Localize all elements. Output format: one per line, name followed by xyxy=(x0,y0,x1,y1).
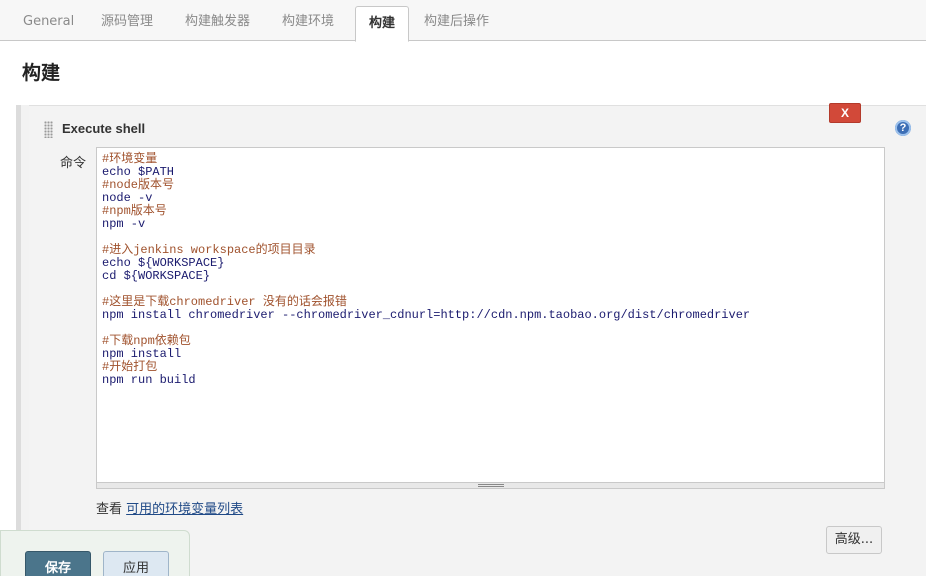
config-tab-bar: General 源码管理 构建触发器 构建环境 构建 构建后操作 xyxy=(0,0,926,42)
code-line: #开始打包 xyxy=(102,360,158,374)
env-vars-hint: 查看 可用的环境变量列表 xyxy=(96,498,243,517)
textarea-resize-handle[interactable] xyxy=(96,483,885,489)
build-step-title: Execute shell xyxy=(62,121,146,136)
code-line: #npm版本号 xyxy=(102,204,167,218)
command-textarea[interactable]: #环境变量 echo $PATH #node版本号 node -v #npm版本… xyxy=(96,147,885,483)
code-line: npm -v xyxy=(102,217,146,231)
code-line: npm install chromedriver --chromedriver_… xyxy=(102,308,751,322)
tab-build-triggers[interactable]: 构建触发器 xyxy=(172,5,263,41)
tab-source-control[interactable]: 源码管理 xyxy=(88,5,166,41)
code-line: node -v xyxy=(102,191,153,205)
env-vars-prefix: 查看 xyxy=(96,502,123,517)
page-title: 构建 xyxy=(22,62,61,84)
apply-button[interactable]: 应用 xyxy=(103,551,169,576)
help-icon[interactable]: ? xyxy=(895,120,911,136)
command-label: 命令 xyxy=(60,156,87,171)
delete-step-button[interactable]: X xyxy=(829,103,861,123)
env-vars-link[interactable]: 可用的环境变量列表 xyxy=(126,502,243,517)
tab-build-environment[interactable]: 构建环境 xyxy=(269,5,347,41)
code-line: #环境变量 xyxy=(102,152,158,166)
resize-grip-icon xyxy=(478,484,504,487)
tab-post-build-actions[interactable]: 构建后操作 xyxy=(411,5,502,41)
code-line: npm run build xyxy=(102,373,196,387)
tab-build[interactable]: 构建 xyxy=(355,6,410,42)
code-line: #下载npm依赖包 xyxy=(102,334,191,348)
code-line: echo ${WORKSPACE} xyxy=(102,256,225,270)
code-line: npm install xyxy=(102,347,182,361)
code-line: cd ${WORKSPACE} xyxy=(102,269,211,283)
code-line: echo $PATH xyxy=(102,165,175,179)
advanced-button[interactable]: 高级... xyxy=(826,526,882,554)
code-line: #node版本号 xyxy=(102,178,175,192)
drag-handle-icon[interactable] xyxy=(44,121,53,138)
tab-general[interactable]: General xyxy=(10,5,87,41)
save-button[interactable]: 保存 xyxy=(25,551,91,576)
